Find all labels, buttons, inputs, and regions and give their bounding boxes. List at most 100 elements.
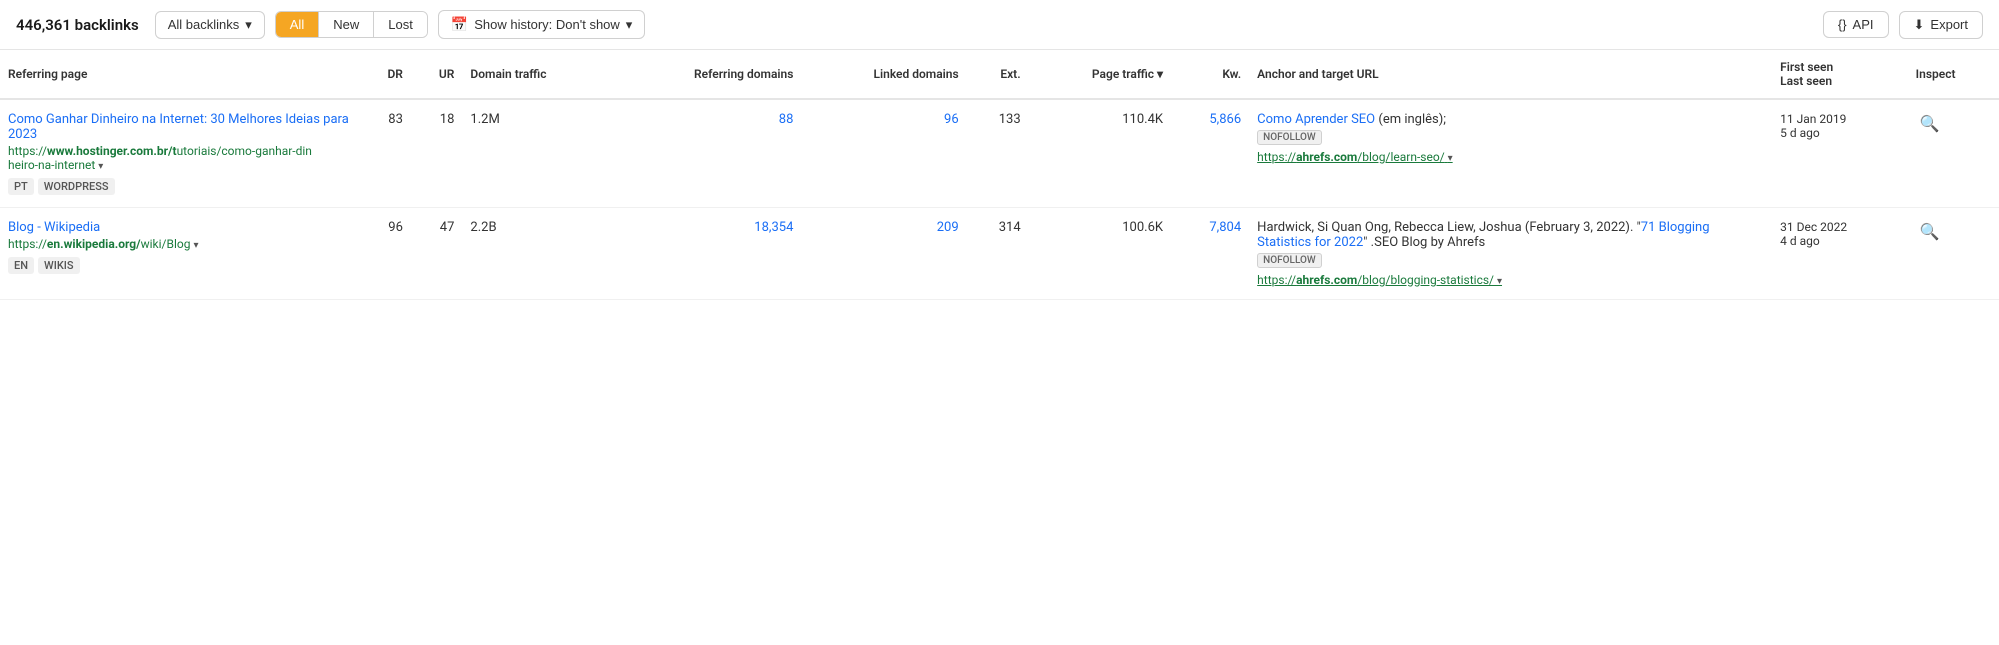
- target-url-prefix-1: https://: [1257, 150, 1296, 164]
- inspect-button-1[interactable]: 🔍: [1916, 112, 1944, 136]
- table-row: Como Ganhar Dinheiro na Internet: 30 Mel…: [0, 99, 1999, 208]
- url-prefix-1: https://: [8, 144, 47, 158]
- col-anchor-target: Anchor and target URL: [1249, 50, 1772, 99]
- dates-cell-2: 31 Dec 2022 4 d ago: [1772, 208, 1908, 300]
- backlinks-table: Referring page DR UR Domain traffic Refe…: [0, 50, 1999, 300]
- inspect-cell-2: 🔍: [1908, 208, 1999, 300]
- target-url-arrow-2[interactable]: ▾: [1497, 276, 1502, 287]
- url-bold-2: en.wikipedia.org/: [47, 237, 141, 251]
- api-button[interactable]: {} API: [1823, 11, 1889, 38]
- col-ext: Ext.: [967, 50, 1029, 99]
- col-referring-page: Referring page: [0, 50, 360, 99]
- inspect-cell-1: 🔍: [1908, 99, 1999, 208]
- dr-1: 83: [360, 99, 411, 208]
- anchor-text-after-2: " .SEO Blog by Ahrefs: [1363, 235, 1485, 250]
- tag-wikis: WIKIS: [38, 257, 80, 274]
- domain-traffic-1: 1.2M: [462, 99, 612, 208]
- ur-2: 47: [411, 208, 463, 300]
- dropdown-arrow-2[interactable]: ▾: [193, 240, 198, 251]
- inspect-button-2[interactable]: 🔍: [1916, 220, 1944, 244]
- linked-domains-2: 209: [801, 208, 966, 300]
- ext-2: 314: [967, 208, 1029, 300]
- col-dr: DR: [360, 50, 411, 99]
- all-backlinks-label: All backlinks: [168, 17, 240, 32]
- target-url-2[interactable]: https://ahrefs.com/blog/blogging-statist…: [1257, 273, 1764, 287]
- col-linked-domains: Linked domains: [801, 50, 966, 99]
- linked-domains-link-2[interactable]: 209: [937, 220, 959, 235]
- linked-domains-1: 96: [801, 99, 966, 208]
- ur-1: 18: [411, 99, 463, 208]
- col-referring-domains: Referring domains: [613, 50, 802, 99]
- referring-domains-link-1[interactable]: 88: [779, 112, 794, 127]
- anchor-cell-1: Como Aprender SEO (em inglês); NOFOLLOW …: [1249, 99, 1772, 208]
- tags-1: PT WORDPRESS: [8, 178, 352, 195]
- domain-traffic-2: 2.2B: [462, 208, 612, 300]
- page-traffic-1: 110.4K: [1029, 99, 1171, 208]
- dates-cell-1: 11 Jan 2019 5 d ago: [1772, 99, 1908, 208]
- page-traffic-2: 100.6K: [1029, 208, 1171, 300]
- anchor-text-1: Como Aprender SEO (em inglês);: [1257, 112, 1446, 127]
- kw-link-1[interactable]: 5,866: [1209, 112, 1241, 127]
- filter-tabs: All New Lost: [275, 11, 428, 38]
- last-seen-2: 4 d ago: [1780, 234, 1900, 248]
- target-url-1[interactable]: https://ahrefs.com/blog/learn-seo/ ▾: [1257, 150, 1764, 164]
- target-url-bold-1: ahrefs.com: [1296, 150, 1357, 164]
- referring-page-cell-1: Como Ganhar Dinheiro na Internet: 30 Mel…: [0, 99, 360, 208]
- history-label: Show history: Don't show: [474, 17, 620, 32]
- first-seen-2: 31 Dec 2022: [1780, 220, 1900, 234]
- api-label: API: [1853, 17, 1874, 32]
- last-seen-1: 5 d ago: [1780, 126, 1900, 140]
- filter-tab-new[interactable]: New: [319, 12, 374, 37]
- url-prefix-2: https://: [8, 237, 47, 251]
- show-history-button[interactable]: 📅 Show history: Don't show ▾: [438, 10, 646, 39]
- tag-wordpress: WORDPRESS: [38, 178, 115, 195]
- filter-tab-all[interactable]: All: [276, 12, 319, 37]
- chevron-down-icon: ▾: [245, 17, 252, 33]
- col-domain-traffic: Domain traffic: [462, 50, 612, 99]
- url-bold-1: www.hostinger.com.br/t: [47, 144, 177, 158]
- table-header-row: Referring page DR UR Domain traffic Refe…: [0, 50, 1999, 99]
- kw-2: 7,804: [1171, 208, 1249, 300]
- referring-page-link-1[interactable]: Como Ganhar Dinheiro na Internet: 30 Mel…: [8, 112, 352, 142]
- target-url-prefix-2: https://: [1257, 273, 1296, 287]
- kw-link-2[interactable]: 7,804: [1209, 220, 1241, 235]
- dropdown-arrow-1[interactable]: ▾: [98, 161, 103, 172]
- target-url-bold-2: ahrefs.com: [1296, 273, 1357, 287]
- referring-domains-link-2[interactable]: 18,354: [754, 220, 793, 235]
- target-url-suffix-1: /blog/learn-seo/: [1357, 150, 1444, 164]
- ext-1: 133: [967, 99, 1029, 208]
- calendar-icon: 📅: [451, 16, 468, 33]
- referring-domains-1: 88: [613, 99, 802, 208]
- anchor-cell-2: Hardwick, Si Quan Ong, Rebecca Liew, Jos…: [1249, 208, 1772, 300]
- export-button[interactable]: ⬇ Export: [1899, 11, 1983, 39]
- col-inspect: Inspect: [1908, 50, 1999, 99]
- export-label: Export: [1930, 17, 1968, 32]
- referring-page-link-2[interactable]: Blog - Wikipedia: [8, 220, 352, 235]
- col-dates: First seen Last seen: [1772, 50, 1908, 99]
- table-row: Blog - Wikipedia https://en.wikipedia.or…: [0, 208, 1999, 300]
- filter-tab-lost[interactable]: Lost: [374, 12, 427, 37]
- anchor-text-before-2: Hardwick, Si Quan Ong, Rebecca Liew, Jos…: [1257, 220, 1641, 235]
- linked-domains-link-1[interactable]: 96: [944, 112, 959, 127]
- first-seen-1: 11 Jan 2019: [1780, 112, 1900, 126]
- nofollow-badge-1: NOFOLLOW: [1257, 130, 1322, 145]
- url-suffix-2: wiki/Blog: [141, 237, 191, 251]
- all-backlinks-dropdown[interactable]: All backlinks ▾: [155, 11, 265, 39]
- referring-page-url-1: https://www.hostinger.com.br/tutoriais/c…: [8, 144, 352, 172]
- anchor-suffix-1: (em inglês);: [1375, 112, 1446, 127]
- target-url-arrow-1[interactable]: ▾: [1448, 153, 1453, 164]
- anchor-link-1[interactable]: Como Aprender SEO: [1257, 112, 1375, 127]
- target-url-suffix-2: /blog/blogging-statistics/: [1357, 273, 1494, 287]
- api-icon: {}: [1838, 17, 1847, 32]
- chevron-down-icon: ▾: [626, 17, 633, 33]
- referring-page-url-2: https://en.wikipedia.org/wiki/Blog ▾: [8, 237, 352, 251]
- nofollow-badge-2: NOFOLLOW: [1257, 253, 1322, 268]
- tag-pt: PT: [8, 178, 34, 195]
- referring-page-cell-2: Blog - Wikipedia https://en.wikipedia.or…: [0, 208, 360, 300]
- tag-en: EN: [8, 257, 34, 274]
- col-ur: UR: [411, 50, 463, 99]
- tags-2: EN WIKIS: [8, 257, 352, 274]
- toolbar: 446,361 backlinks All backlinks ▾ All Ne…: [0, 0, 1999, 50]
- col-page-traffic[interactable]: Page traffic ▾: [1029, 50, 1171, 99]
- col-kw: Kw.: [1171, 50, 1249, 99]
